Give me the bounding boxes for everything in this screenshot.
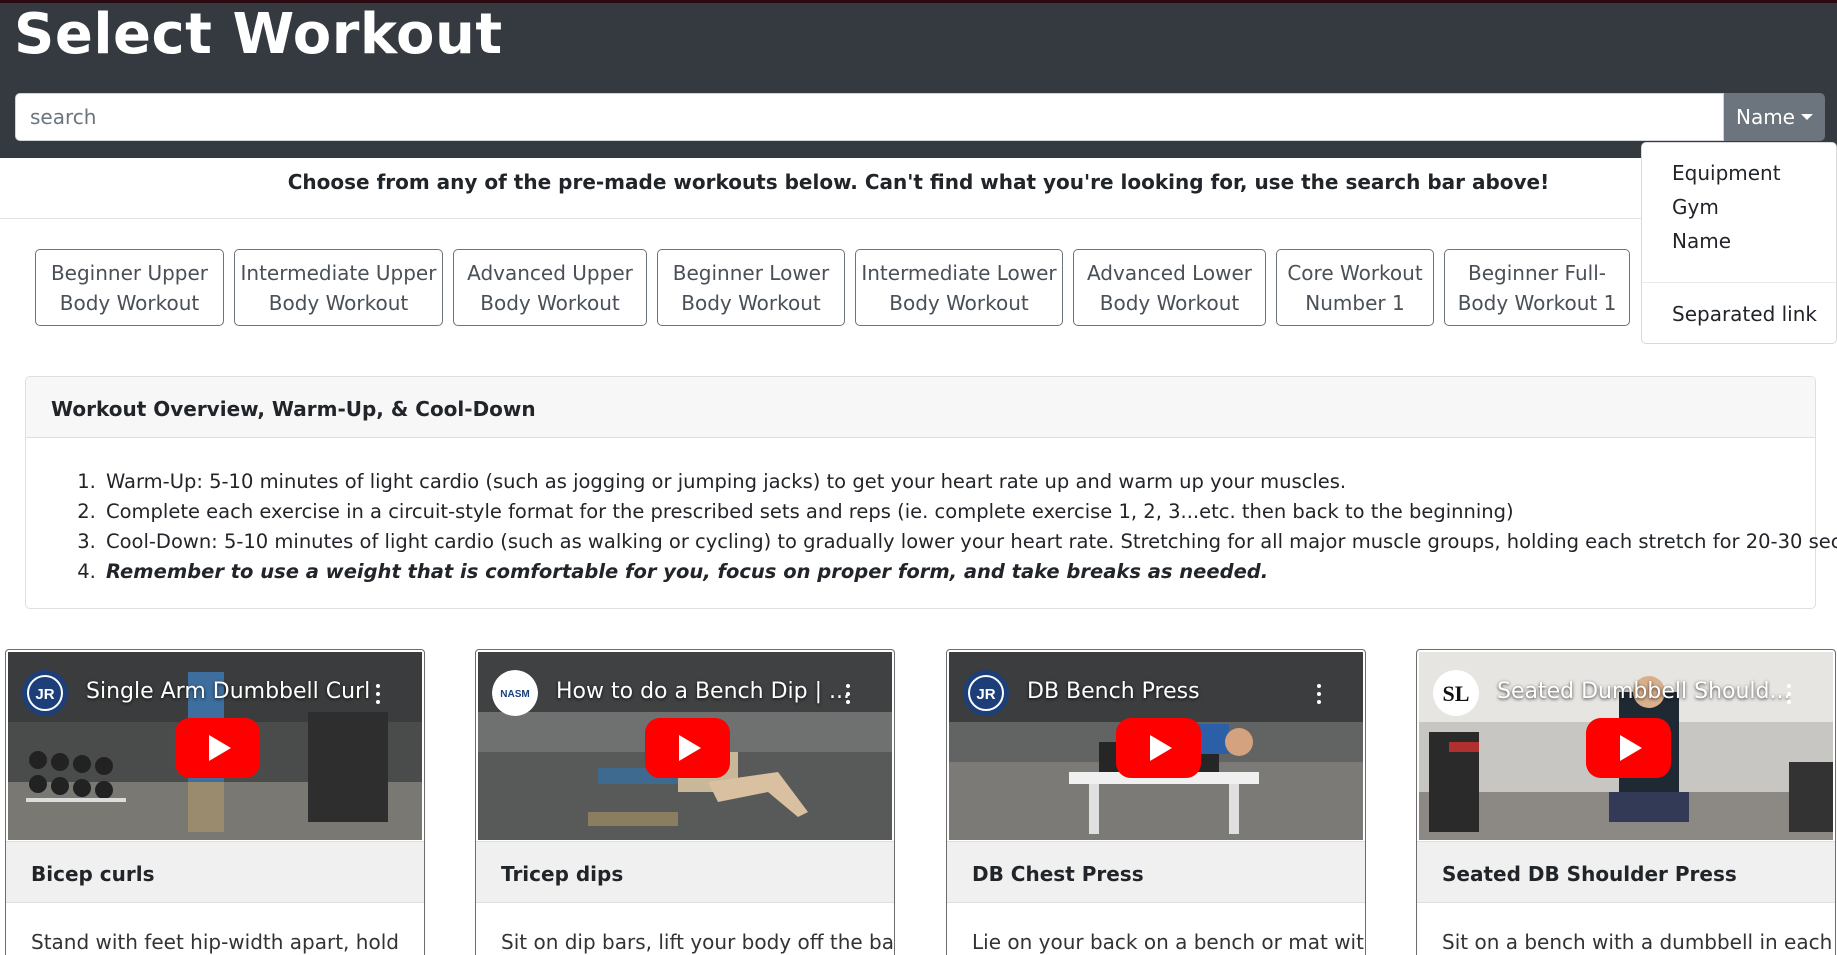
play-button-icon[interactable] — [1586, 718, 1671, 778]
play-button-icon[interactable] — [645, 718, 730, 778]
exercise-description: Lie on your back on a bench or mat with — [972, 930, 1366, 954]
page-title: Select Workout — [14, 2, 503, 67]
header-bar: Select Workout search Name — [0, 0, 1837, 158]
exercise-description: Stand with feet hip-width apart, hold — [31, 930, 399, 954]
intro-text: Choose from any of the pre-made workouts… — [287, 170, 1550, 194]
more-options-icon[interactable] — [1787, 684, 1791, 704]
workout-button-beginner-upper[interactable]: Beginner Upper Body Workout — [35, 249, 224, 326]
exercise-name: Tricep dips — [476, 841, 894, 903]
workout-button-advanced-upper[interactable]: Advanced Upper Body Workout — [453, 249, 647, 326]
overview-step: Remember to use a weight that is comfort… — [102, 557, 1837, 587]
workout-button-intermediate-upper[interactable]: Intermediate Upper Body Workout — [234, 249, 443, 326]
exercise-card: SL Seated Dumbbell Should... Seated DB S… — [1416, 649, 1836, 955]
exercise-card: NASM How to do a Bench Dip | ... Tricep … — [475, 649, 895, 955]
exercise-name: Seated DB Shoulder Press — [1417, 841, 1835, 903]
dropdown-divider — [1642, 282, 1836, 283]
dropdown-item-name[interactable]: Name — [1672, 229, 1731, 253]
play-button-icon[interactable] — [175, 718, 260, 778]
exercise-description: Sit on a bench with a dumbbell in each — [1442, 930, 1833, 954]
workout-button-beginner-full-body[interactable]: Beginner Full- Body Workout 1 — [1444, 249, 1630, 326]
more-options-icon[interactable] — [1317, 684, 1321, 704]
filter-dropdown-button[interactable]: Name — [1724, 93, 1825, 141]
workout-button-intermediate-lower[interactable]: Intermediate Lower Body Workout — [855, 249, 1063, 326]
svg-text:SL: SL — [1443, 681, 1470, 706]
workout-button-advanced-lower[interactable]: Advanced Lower Body Workout — [1073, 249, 1266, 326]
video-title[interactable]: Single Arm Dumbbell Curl — [86, 679, 370, 704]
overview-step: Cool-Down: 5-10 minutes of light cardio … — [102, 527, 1837, 557]
exercise-name: DB Chest Press — [947, 841, 1365, 903]
overview-title: Workout Overview, Warm-Up, & Cool-Down — [26, 377, 1815, 438]
svg-text:JR: JR — [35, 686, 54, 703]
workout-overview-card: Workout Overview, Warm-Up, & Cool-Down W… — [25, 376, 1837, 609]
divider — [0, 218, 1837, 219]
dropdown-item-separated-link[interactable]: Separated link — [1672, 302, 1817, 326]
channel-avatar[interactable]: NASM — [492, 670, 538, 716]
workout-button-beginner-lower[interactable]: Beginner Lower Body Workout — [657, 249, 845, 326]
video-thumbnail[interactable]: JR Single Arm Dumbbell Curl — [8, 652, 422, 840]
overview-step: Complete each exercise in a circuit-styl… — [102, 497, 1837, 527]
dropdown-item-gym[interactable]: Gym — [1672, 195, 1719, 219]
svg-text:NASM: NASM — [500, 689, 529, 700]
video-thumbnail[interactable]: NASM How to do a Bench Dip | ... — [478, 652, 892, 840]
exercise-name: Bicep curls — [6, 841, 424, 903]
caret-down-icon — [1801, 114, 1813, 120]
video-title[interactable]: DB Bench Press — [1027, 679, 1200, 704]
exercise-card: JR Single Arm Dumbbell Curl Bicep curls … — [5, 649, 425, 955]
dropdown-item-equipment[interactable]: Equipment — [1672, 161, 1781, 185]
search-input[interactable]: search — [15, 93, 1724, 141]
play-button-icon[interactable] — [1116, 718, 1201, 778]
svg-text:JR: JR — [976, 686, 995, 703]
exercise-card: JR DB Bench Press DB Chest Press Lie on … — [946, 649, 1366, 955]
more-options-icon[interactable] — [376, 684, 380, 704]
overview-step: Warm-Up: 5-10 minutes of light cardio (s… — [102, 467, 1837, 497]
exercise-description: Sit on dip bars, lift your body off the … — [501, 930, 895, 954]
channel-avatar[interactable]: JR — [963, 670, 1009, 716]
video-thumbnail[interactable]: SL Seated Dumbbell Should... — [1419, 652, 1833, 840]
workout-button-core[interactable]: Core Workout Number 1 — [1276, 249, 1434, 326]
video-title[interactable]: Seated Dumbbell Should... — [1497, 679, 1790, 704]
overview-steps: Warm-Up: 5-10 minutes of light cardio (s… — [102, 467, 1837, 587]
filter-dropdown-menu: Equipment Gym Name Separated link — [1641, 142, 1837, 344]
video-title[interactable]: How to do a Bench Dip | ... — [556, 679, 850, 704]
channel-avatar[interactable]: SL — [1433, 670, 1479, 716]
video-thumbnail[interactable]: JR DB Bench Press — [949, 652, 1363, 840]
more-options-icon[interactable] — [846, 684, 850, 704]
filter-dropdown-label: Name — [1735, 105, 1795, 129]
channel-avatar[interactable]: JR — [22, 670, 68, 716]
